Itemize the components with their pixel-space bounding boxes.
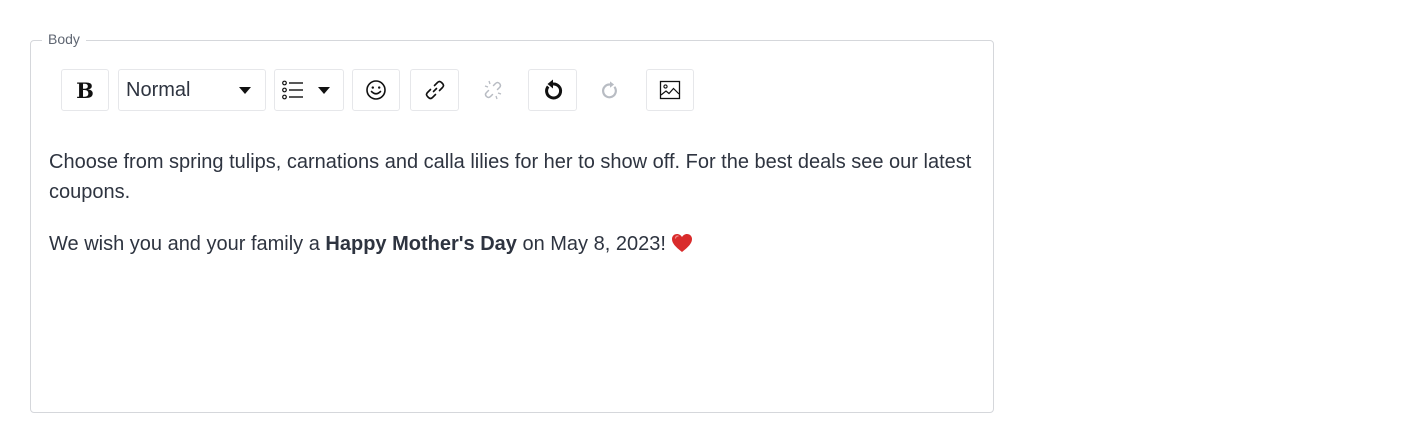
undo-button[interactable] xyxy=(528,69,577,111)
heading-select[interactable]: Normal xyxy=(118,69,266,111)
chevron-down-icon xyxy=(318,86,330,94)
link-button[interactable] xyxy=(410,69,459,111)
unlink-button[interactable] xyxy=(469,69,517,111)
redo-icon xyxy=(600,80,620,100)
link-icon xyxy=(424,79,446,101)
emoji-icon xyxy=(365,79,387,101)
emoji-button[interactable] xyxy=(352,69,400,111)
unlink-icon xyxy=(482,79,504,101)
bold-icon: B xyxy=(76,77,94,103)
list-icon xyxy=(282,80,304,100)
paragraph-text: We wish you and your family a xyxy=(49,233,326,255)
image-button[interactable] xyxy=(646,69,694,111)
heart-icon xyxy=(671,232,693,262)
heading-select-value: Normal xyxy=(126,78,191,101)
image-icon xyxy=(659,80,681,100)
list-button[interactable] xyxy=(274,69,344,111)
editor-content[interactable]: Choose from spring tulips, carnations an… xyxy=(49,147,979,284)
chevron-down-icon xyxy=(239,86,251,94)
paragraph: Choose from spring tulips, carnations an… xyxy=(49,151,972,203)
bold-button[interactable]: B xyxy=(61,69,109,111)
redo-button[interactable] xyxy=(586,69,634,111)
undo-icon xyxy=(542,79,564,101)
body-field-label: Body xyxy=(42,30,86,48)
paragraph-text: on May 8, 2023! xyxy=(516,233,672,255)
bold-text: Happy Mother's Day xyxy=(325,233,517,255)
paragraph: We wish you and your family a Happy Moth… xyxy=(49,229,979,262)
